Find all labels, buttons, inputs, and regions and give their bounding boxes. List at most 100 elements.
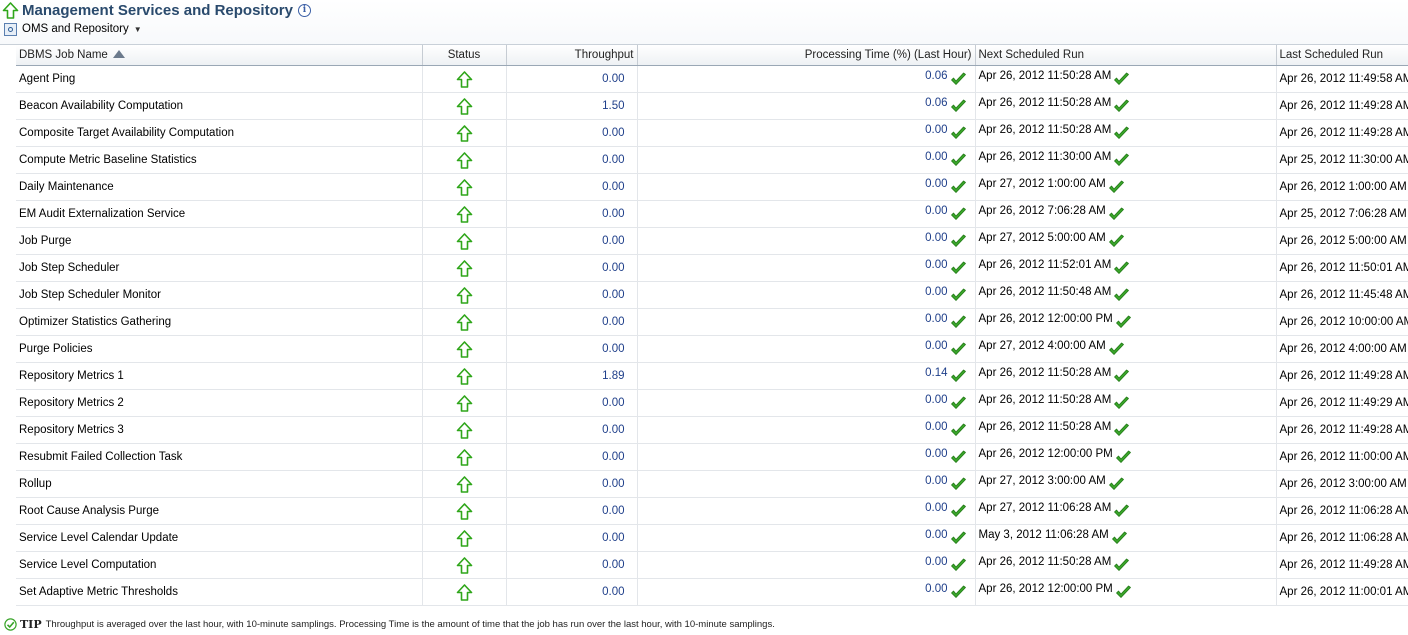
job-name[interactable]: Set Adaptive Metric Thresholds [16,578,423,606]
job-name[interactable]: Compute Metric Baseline Statistics [16,146,423,174]
up-arrow-icon[interactable] [426,259,503,277]
throughput-value[interactable]: 0.00 [506,470,638,498]
throughput-value[interactable]: 1.50 [506,92,638,120]
up-arrow-icon[interactable] [426,556,503,574]
table-row[interactable]: Rollup 0.00 0.00 Apr 27, 2012 3:00:00 AM Apr… [16,470,1408,498]
table-row[interactable]: Set Adaptive Metric Thresholds 0.00 0.00 Ap… [16,578,1408,606]
table-row[interactable]: Repository Metrics 3 0.00 0.00 Apr 26, 2012… [16,416,1408,444]
up-arrow-icon[interactable] [426,583,503,601]
table-row[interactable]: Repository Metrics 2 0.00 0.00 Apr 26, 2012… [16,389,1408,417]
throughput-value[interactable]: 0.00 [506,173,638,201]
processing-time-value[interactable]: 0.00 [925,205,947,217]
processing-time-value[interactable]: 0.00 [925,286,947,298]
job-name[interactable]: Daily Maintenance [16,173,423,201]
sort-ascending-icon[interactable] [112,49,125,58]
processing-time-value[interactable]: 0.00 [925,259,947,271]
table-row[interactable]: Job Purge 0.00 0.00 Apr 27, 2012 5:00:00 AM… [16,227,1408,255]
throughput-value[interactable]: 1.89 [506,362,638,390]
throughput-value[interactable]: 0.00 [506,416,638,444]
processing-time-value[interactable]: 0.14 [925,367,947,379]
processing-time-value[interactable]: 0.00 [925,394,947,406]
table-row[interactable]: Beacon Availability Computation 1.50 0.06 A… [16,92,1408,120]
throughput-value[interactable]: 0.00 [506,524,638,552]
column-header-status[interactable]: Status [422,45,507,66]
up-arrow-icon[interactable] [426,205,503,223]
job-name[interactable]: Job Step Scheduler Monitor [16,281,423,309]
job-name[interactable]: Repository Metrics 1 [16,362,423,390]
table-row[interactable]: EM Audit Externalization Service 0.00 0.00… [16,200,1408,228]
processing-time-value[interactable]: 0.00 [925,448,947,460]
processing-time-value[interactable]: 0.00 [925,421,947,433]
throughput-value[interactable]: 0.00 [506,281,638,309]
job-name[interactable]: Job Step Scheduler [16,254,423,282]
processing-time-value[interactable]: 0.06 [925,70,947,82]
table-row[interactable]: Resubmit Failed Collection Task 0.00 0.00 A… [16,443,1408,471]
column-header-throughput[interactable]: Throughput [506,45,638,66]
job-name[interactable]: EM Audit Externalization Service [16,200,423,228]
up-arrow-icon[interactable] [426,178,503,196]
up-arrow-icon[interactable] [426,394,503,412]
up-arrow-icon[interactable] [426,340,503,358]
up-arrow-icon[interactable] [426,232,503,250]
processing-time-value[interactable]: 0.00 [925,556,947,568]
column-header-name[interactable]: DBMS Job Name [16,45,423,66]
throughput-value[interactable]: 0.00 [506,146,638,174]
table-row[interactable]: Service Level Calendar Update 0.00 0.00 May… [16,524,1408,552]
processing-time-value[interactable]: 0.00 [925,313,947,325]
throughput-value[interactable]: 0.00 [506,578,638,606]
table-row[interactable]: Service Level Computation 0.00 0.00 Apr 26,… [16,551,1408,579]
processing-time-value[interactable]: 0.00 [925,340,947,352]
up-arrow-icon[interactable] [426,502,503,520]
job-name[interactable]: Resubmit Failed Collection Task [16,443,423,471]
up-arrow-icon[interactable] [426,124,503,142]
up-arrow-icon[interactable] [426,421,503,439]
processing-time-value[interactable]: 0.00 [925,232,947,244]
table-row[interactable]: Purge Policies 0.00 0.00 Apr 27, 2012 4:00:… [16,335,1408,363]
processing-time-value[interactable]: 0.00 [925,529,947,541]
table-row[interactable]: Repository Metrics 1 1.89 0.14 Apr 26, 2012… [16,362,1408,390]
info-icon[interactable]: i [297,3,311,17]
processing-time-value[interactable]: 0.00 [925,178,947,190]
table-row[interactable]: Job Step Scheduler 0.00 0.00 Apr 26, 2012 1… [16,254,1408,282]
job-name[interactable]: Agent Ping [16,65,423,93]
throughput-value[interactable]: 0.00 [506,65,638,93]
processing-time-value[interactable]: 0.00 [925,151,947,163]
job-name[interactable]: Service Level Computation [16,551,423,579]
job-name[interactable]: Rollup [16,470,423,498]
job-name[interactable]: Root Cause Analysis Purge [16,497,423,525]
up-arrow-icon[interactable] [426,475,503,493]
throughput-value[interactable]: 0.00 [506,119,638,147]
table-row[interactable]: Composite Target Availability Computatio… [16,119,1408,147]
job-name[interactable]: Job Purge [16,227,423,255]
job-name[interactable]: Service Level Calendar Update [16,524,423,552]
column-header-last-run[interactable]: Last Scheduled Run [1276,45,1408,66]
throughput-value[interactable]: 0.00 [506,443,638,471]
throughput-value[interactable]: 0.00 [506,254,638,282]
processing-time-value[interactable]: 0.00 [925,124,947,136]
job-name[interactable]: Optimizer Statistics Gathering [16,308,423,336]
up-arrow-icon[interactable] [426,97,503,115]
table-row[interactable]: Compute Metric Baseline Statistics 0.00 0.… [16,146,1408,174]
table-row[interactable]: Job Step Scheduler Monitor 0.00 0.00 Apr 26… [16,281,1408,309]
column-header-processing-time[interactable]: Processing Time (%) (Last Hour) [637,45,976,66]
table-row[interactable]: Optimizer Statistics Gathering 0.00 0.00 Ap… [16,308,1408,336]
job-name[interactable]: Composite Target Availability Computatio… [16,119,423,147]
up-arrow-icon[interactable] [426,367,503,385]
job-name[interactable]: Repository Metrics 2 [16,389,423,417]
up-arrow-icon[interactable] [426,529,503,547]
column-header-next-run[interactable]: Next Scheduled Run [975,45,1277,66]
table-row[interactable]: Root Cause Analysis Purge 0.00 0.00 Apr 27,… [16,497,1408,525]
up-arrow-icon[interactable] [426,448,503,466]
job-name[interactable]: Purge Policies [16,335,423,363]
job-name[interactable]: Repository Metrics 3 [16,416,423,444]
table-row[interactable]: Agent Ping 0.00 0.06 Apr 26, 2012 11:50:28 … [16,65,1408,93]
processing-time-value[interactable]: 0.00 [925,502,947,514]
throughput-value[interactable]: 0.00 [506,497,638,525]
up-arrow-icon[interactable] [426,286,503,304]
processing-time-value[interactable]: 0.00 [925,475,947,487]
processing-time-value[interactable]: 0.06 [925,97,947,109]
up-arrow-icon[interactable] [426,151,503,169]
throughput-value[interactable]: 0.00 [506,308,638,336]
throughput-value[interactable]: 0.00 [506,551,638,579]
table-row[interactable]: Daily Maintenance 0.00 0.00 Apr 27, 2012 1:… [16,173,1408,201]
